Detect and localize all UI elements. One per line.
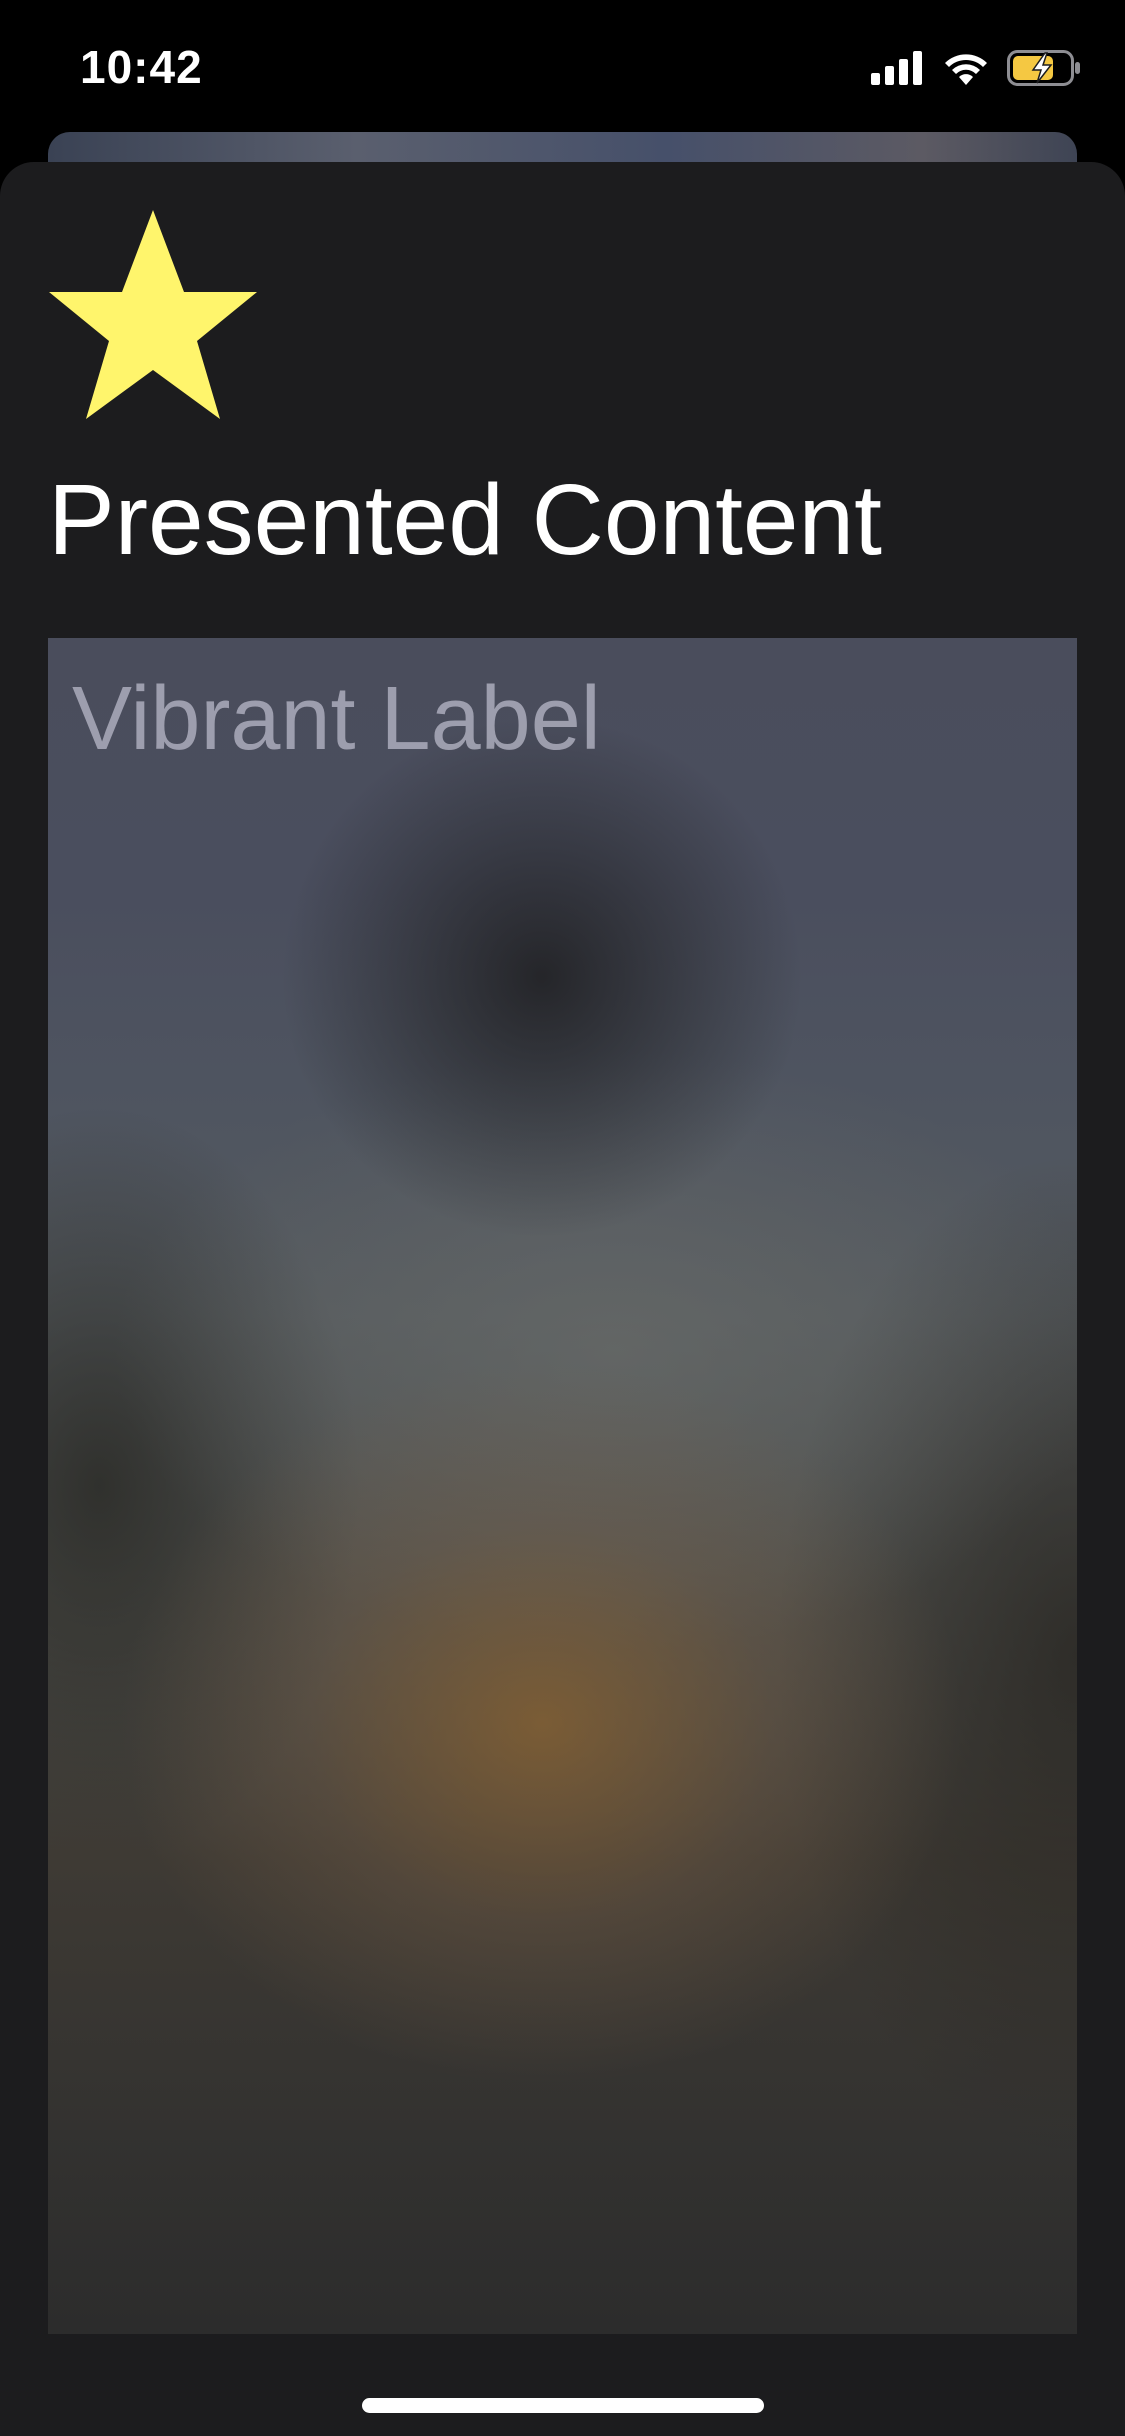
status-time: 10:42 [80,41,203,93]
home-indicator[interactable] [362,2398,764,2413]
battery-charging-icon [1007,50,1080,86]
vibrant-label: Vibrant Label [72,669,601,769]
wifi-icon [945,54,987,85]
presented-sheet: Presented Content Vibrant Label [0,162,1125,2436]
star-icon [49,210,257,419]
page-title: Presented Content [48,464,882,576]
status-bar: 10:42 [0,0,1125,132]
vibrancy-blur-panel: Vibrant Label [48,638,1077,2334]
status-icons [871,48,1081,88]
screen: 10:42 Presented Content Vibrant Label [0,0,1125,2436]
cellular-signal-icon [871,51,922,85]
